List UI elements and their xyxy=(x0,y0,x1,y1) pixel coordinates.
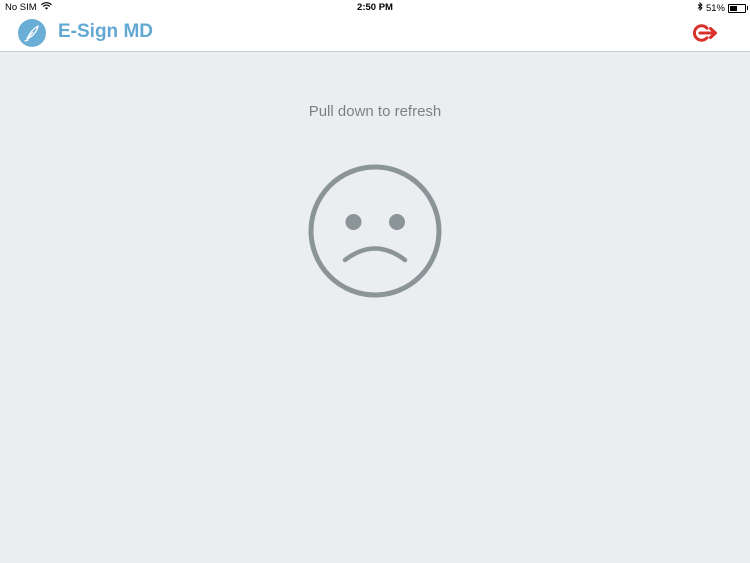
status-right: 51% xyxy=(697,1,748,14)
battery-icon xyxy=(728,3,748,13)
logout-icon xyxy=(692,24,717,42)
bluetooth-icon xyxy=(697,1,703,14)
nav-bar: E-Sign MD xyxy=(0,14,750,52)
pen-nib-icon xyxy=(18,19,46,47)
pull-to-refresh-hint: Pull down to refresh xyxy=(308,103,442,120)
sad-face-icon xyxy=(307,163,443,299)
logout-button[interactable] xyxy=(690,22,720,44)
status-time: 2:50 PM xyxy=(357,2,393,13)
battery-percent: 51% xyxy=(705,2,725,14)
app-title: E-Sign MD xyxy=(58,21,153,42)
status-bar: No SIM 2:50 PM 51% xyxy=(0,0,750,14)
battery-level xyxy=(730,5,738,11)
